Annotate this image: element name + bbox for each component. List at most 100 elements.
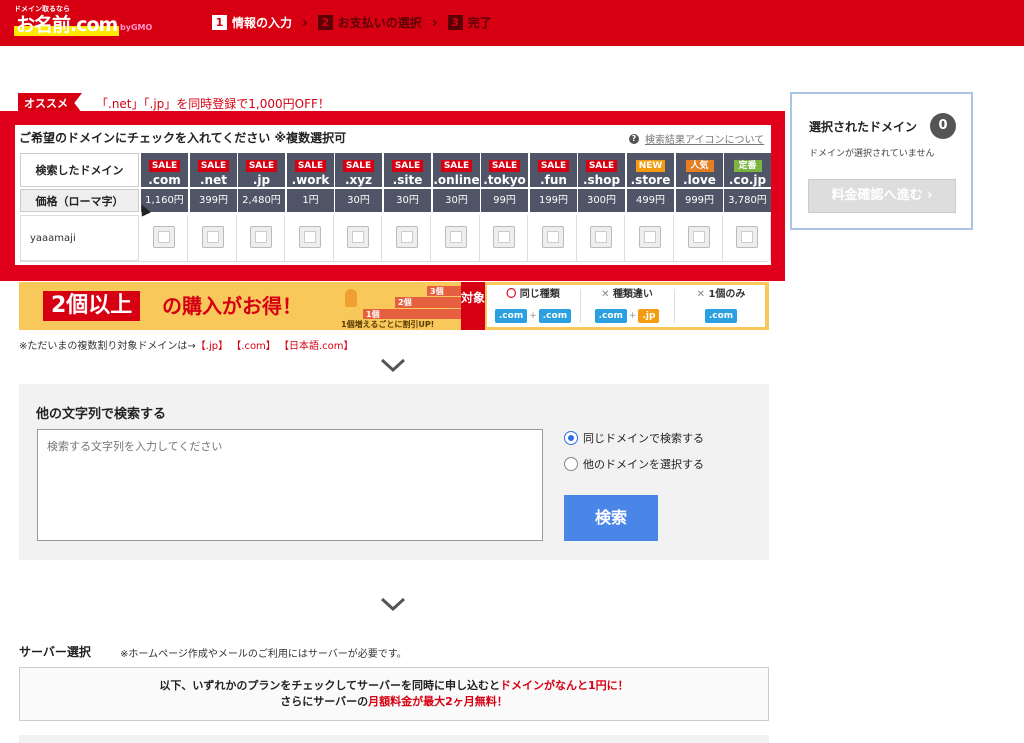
tld-header: SALE .work xyxy=(287,153,334,187)
radio-other-domain[interactable]: 他のドメインを選択する xyxy=(564,456,704,472)
tld-column: SALE .fun 199円 xyxy=(530,153,577,212)
tld-price: 300円 xyxy=(578,189,625,212)
domain-checkbox[interactable] xyxy=(493,226,515,248)
offer-line-1a: 以下、いずれかのプランをチェックしてサーバーを同時に申し込むと xyxy=(159,679,500,692)
confirm-price-button[interactable]: 料金確認へ進む › xyxy=(808,179,956,213)
tld-price: 30円 xyxy=(384,189,431,212)
icon-help-text[interactable]: 検索結果アイコンについて xyxy=(645,131,764,146)
tld-price: 2,480円 xyxy=(238,189,285,212)
tld-name: .co.jp xyxy=(728,173,767,187)
domain-checkbox[interactable] xyxy=(542,226,564,248)
radio-same-domain[interactable]: 同じドメインで検索する xyxy=(564,430,704,446)
question-icon: ? xyxy=(629,133,639,144)
note-item-com: 【.com】 xyxy=(231,341,276,352)
note-item-jp: 【.jp】 xyxy=(195,341,229,352)
progress-steps: 1 情報の入力 › 2 お支払いの選択 › 3 完了 xyxy=(212,14,492,31)
tld-name: .fun xyxy=(540,173,567,187)
tld-price: 999円 xyxy=(676,189,723,212)
recommend-badge: オススメ xyxy=(18,93,82,113)
tld-header: SALE .net xyxy=(190,153,237,187)
tld-header: SALE .xyz xyxy=(335,153,382,187)
alt-search-title: 他の文字列で検索する xyxy=(36,407,167,422)
onamae-logo[interactable]: ドメイン取るなら お名前.com byGMO xyxy=(14,5,152,36)
tld-badge: 人気 xyxy=(685,160,714,172)
step-1-number: 1 xyxy=(212,15,227,30)
tld-header: SALE .com xyxy=(141,153,188,187)
icon-help-link[interactable]: ? 検索結果アイコンについて xyxy=(629,131,764,146)
tld-price: 399円 xyxy=(190,189,237,212)
target-label: 対象 xyxy=(461,282,485,330)
searched-domain-label: 検索したドメイン xyxy=(20,153,139,187)
banner-headline: 2個以上 xyxy=(43,291,141,321)
tld-badge: SALE xyxy=(488,160,521,172)
domain-checkbox[interactable] xyxy=(590,226,612,248)
domain-checkbox[interactable] xyxy=(639,226,661,248)
tld-checkbox-cell xyxy=(627,215,674,261)
tld-badge: SALE xyxy=(537,160,570,172)
domain-checkbox[interactable] xyxy=(445,226,467,248)
radio-other-label: 他のドメインを選択する xyxy=(583,458,704,471)
note-item-jpcom: 【日本語.com】 xyxy=(279,341,354,352)
step-3: 3 完了 xyxy=(447,14,492,31)
domain-checkbox[interactable] xyxy=(153,226,175,248)
tld-name: .love xyxy=(683,173,716,187)
tld-price: 99円 xyxy=(481,189,528,212)
tld-price: 499円 xyxy=(627,189,674,212)
chevron-right-icon: › xyxy=(431,14,438,31)
cross-mark-icon: ✕ xyxy=(601,289,610,300)
radio-unchecked-icon[interactable] xyxy=(564,457,578,471)
bottom-strip xyxy=(19,735,769,743)
tld-name: .shop xyxy=(582,173,621,187)
domain-checkbox[interactable] xyxy=(396,226,418,248)
step-3-number: 3 xyxy=(447,15,463,30)
tld-name: .tokyo xyxy=(483,173,526,187)
price-label: 価格（ローマ字） xyxy=(20,189,139,212)
tld-column: SALE .shop 300円 xyxy=(578,153,625,212)
table-title: ご希望のドメインにチェックを入れてください ※複数選択可 xyxy=(19,131,347,145)
option-same-type: 〇 同じ種類 .com + .com xyxy=(487,287,579,325)
logo-tagline: ドメイン取るなら xyxy=(14,5,70,13)
domain-checkbox[interactable] xyxy=(347,226,369,248)
option-title: 同じ種類 xyxy=(519,289,560,300)
domain-checkbox[interactable] xyxy=(736,226,758,248)
tld-badge: SALE xyxy=(245,160,278,172)
tld-column: SALE .work 1円 xyxy=(287,153,334,212)
domain-checkbox[interactable] xyxy=(299,226,321,248)
search-textarea[interactable] xyxy=(37,429,543,541)
tld-checkbox-cell xyxy=(287,215,334,261)
domain-checkbox[interactable] xyxy=(688,226,710,248)
tld-pill: .com xyxy=(538,309,572,323)
tld-header: 人気 .love xyxy=(676,153,723,187)
domain-checkbox[interactable] xyxy=(202,226,224,248)
chevron-down-icon xyxy=(380,597,406,611)
no-selection-text: ドメインが選択されていません xyxy=(809,149,935,159)
radio-same-label: 同じドメインで検索する xyxy=(583,432,704,445)
tld-price: 3,780円 xyxy=(724,189,771,212)
banner-headline-2: の購入がお得！ xyxy=(162,294,302,318)
radio-checked-icon[interactable] xyxy=(564,431,578,445)
chevron-right-icon: › xyxy=(302,14,308,31)
tld-checkbox-cell xyxy=(530,215,577,261)
tld-price: 199円 xyxy=(530,189,577,212)
multi-purchase-banner[interactable]: 2個以上 の購入がお得！ 1個 2個 3個 1個増えるごとに割引UP! 対象 〇… xyxy=(19,282,769,330)
circle-mark-icon: 〇 xyxy=(506,289,517,300)
offer-line-2a: さらにサーバーの xyxy=(280,695,369,708)
alt-search-panel: 他の文字列で検索する 同じドメインで検索する 他のドメインを選択する 検索 xyxy=(19,384,769,560)
tld-badge: SALE xyxy=(342,160,375,172)
tld-name: .site xyxy=(392,173,423,187)
step-3-label: 完了 xyxy=(467,16,492,30)
promo-line: オススメ 「.net」「.jp」を同時登録で1,000円OFF！ xyxy=(18,93,330,113)
tld-checkbox-cell xyxy=(384,215,431,261)
tld-checkbox-cell xyxy=(190,215,237,261)
step-1: 1 情報の入力 xyxy=(212,14,292,31)
tld-checkbox-cell xyxy=(335,215,382,261)
offer-line-1b: ドメインがなんと1円に！ xyxy=(499,679,629,692)
tld-column: SALE .online 30円 xyxy=(433,153,480,212)
tld-column: SALE .site 30円 xyxy=(384,153,431,212)
tld-name: .online xyxy=(433,173,480,187)
discount-target-note: ※ただいまの複数割り対象ドメインは→【.jp】 【.com】 【日本語.com】 xyxy=(19,337,354,352)
tld-name: .xyz xyxy=(344,173,373,187)
search-button[interactable]: 検索 xyxy=(564,495,658,541)
tld-price: 30円 xyxy=(335,189,382,212)
domain-checkbox[interactable] xyxy=(250,226,272,248)
